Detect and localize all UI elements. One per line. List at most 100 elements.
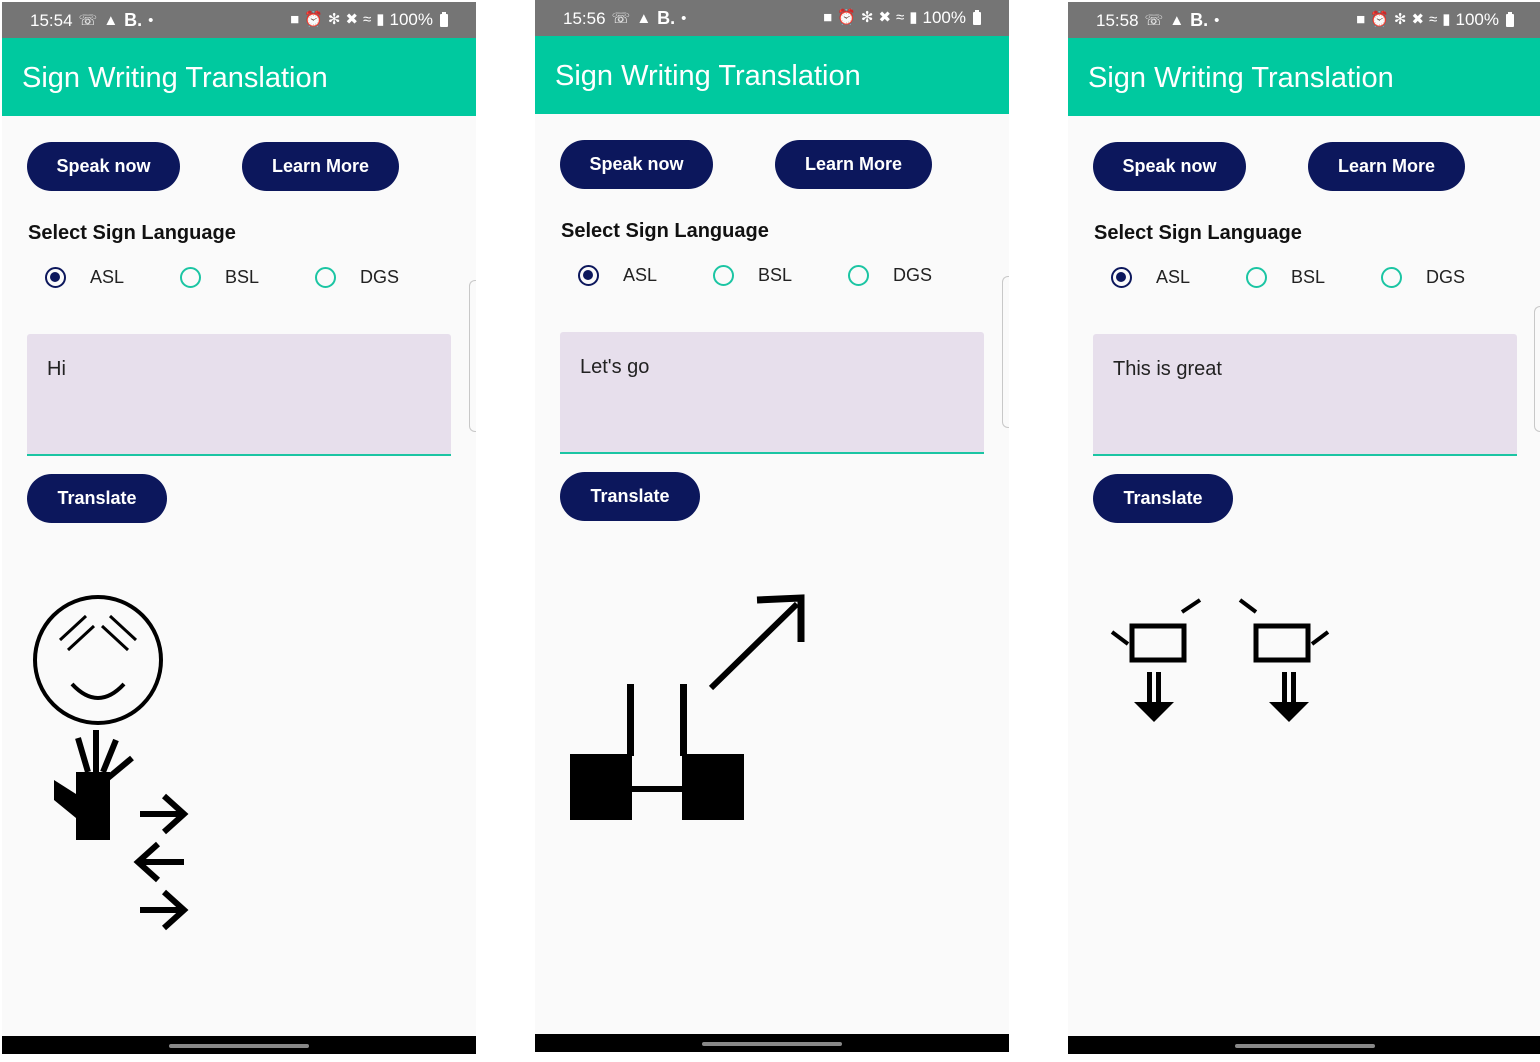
app-bar: Sign Writing Translation (535, 36, 1009, 114)
radio-dgs[interactable]: DGS (848, 265, 932, 286)
home-handle[interactable] (702, 1042, 842, 1046)
app-title: Sign Writing Translation (555, 60, 861, 92)
radio-unselected-icon (1246, 267, 1267, 288)
radio-dgs[interactable]: DGS (1381, 267, 1465, 288)
radio-label-bsl: BSL (758, 265, 793, 285)
radio-label-bsl: BSL (225, 267, 260, 287)
signal-icon: ▮ (1442, 11, 1451, 28)
wifi-icon: ≈ (896, 9, 905, 26)
navigation-bar (2, 1036, 476, 1054)
translate-button[interactable]: Translate (27, 474, 167, 523)
translate-button[interactable]: Translate (1093, 474, 1233, 523)
lock-icon: ■ (823, 9, 833, 26)
radio-asl[interactable]: ASL (578, 265, 657, 286)
radio-selected-icon (578, 265, 599, 286)
radio-unselected-icon (315, 267, 336, 288)
radio-selected-icon (45, 267, 66, 288)
home-handle[interactable] (169, 1044, 309, 1048)
notification-bell-icon: ▲ (103, 11, 119, 29)
status-bar: 15:54 ☏ ▲ B. • ■ ⏰ ✻ ✖ ≈ ▮ 100% (2, 2, 476, 38)
radio-bsl[interactable]: BSL (713, 265, 792, 286)
whatsapp-icon: ☏ (78, 11, 98, 29)
input-text: Hi (47, 358, 66, 380)
signwriting-lets-go-icon (570, 594, 805, 820)
mute-icon: ✖ (1411, 11, 1425, 28)
signal-icon: ▮ (376, 11, 385, 28)
lock-icon: ■ (290, 11, 300, 28)
battery-icon (973, 9, 981, 25)
phone-screen-3: 15:58 ☏ ▲ B. • ■ ⏰ ✻ ✖ ≈ ▮ 100% Sign Wri… (1068, 2, 1540, 1054)
status-time: 15:58 (1096, 10, 1139, 30)
learn-more-button[interactable]: Learn More (775, 140, 932, 189)
learn-more-button[interactable]: Learn More (242, 142, 399, 191)
bluetooth-icon: ✻ (860, 9, 874, 26)
app-bar: Sign Writing Translation (2, 38, 476, 116)
mute-icon: ✖ (345, 11, 359, 28)
battery-icon (440, 11, 448, 27)
language-radio-group: ASL BSL DGS (575, 265, 975, 295)
notification-bell-icon: ▲ (636, 9, 652, 27)
whatsapp-icon: ☏ (611, 9, 631, 27)
radio-dgs[interactable]: DGS (315, 267, 399, 288)
select-language-label: Select Sign Language (28, 222, 236, 244)
signal-icon: ▮ (909, 9, 918, 26)
phone-screen-1: 15:54 ☏ ▲ B. • ■ ⏰ ✻ ✖ ≈ ▮ 100% Sign Wri… (2, 2, 476, 1054)
radio-selected-icon (1111, 267, 1132, 288)
status-time: 15:54 (30, 10, 73, 30)
wifi-icon: ≈ (363, 11, 372, 28)
language-radio-group: ASL BSL DGS (1108, 267, 1508, 297)
mute-icon: ✖ (878, 9, 892, 26)
bluetooth-icon: ✻ (327, 11, 341, 28)
navigation-bar (1068, 1036, 1540, 1054)
radio-label-asl: ASL (90, 267, 125, 287)
radio-label-dgs: DGS (893, 265, 933, 285)
speak-now-button[interactable]: Speak now (1093, 142, 1246, 191)
radio-label-dgs: DGS (360, 267, 400, 287)
radio-unselected-icon (848, 265, 869, 286)
select-language-label: Select Sign Language (561, 220, 769, 242)
bluetooth-icon: ✻ (1393, 11, 1407, 28)
radio-bsl[interactable]: BSL (180, 267, 259, 288)
radio-asl[interactable]: ASL (45, 267, 124, 288)
text-input-field[interactable]: Let's go (560, 332, 984, 454)
radio-asl[interactable]: ASL (1111, 267, 1190, 288)
speak-now-button[interactable]: Speak now (560, 140, 713, 189)
edge-panel-handle[interactable] (1002, 276, 1009, 428)
alarm-icon: ⏰ (1370, 11, 1389, 28)
signwriting-this-is-great-icon (1110, 598, 1330, 722)
battery-percent: 100% (389, 10, 433, 29)
radio-unselected-icon (180, 267, 201, 288)
dot-icon: • (1214, 11, 1220, 29)
translate-button[interactable]: Translate (560, 472, 700, 521)
text-input-field[interactable]: This is great (1093, 334, 1517, 456)
signwriting-hi-icon (33, 595, 189, 931)
input-text: This is great (1113, 358, 1222, 380)
status-bar: 15:58 ☏ ▲ B. • ■ ⏰ ✻ ✖ ≈ ▮ 100% (1068, 2, 1540, 38)
dot-icon: • (148, 11, 154, 29)
learn-more-button[interactable]: Learn More (1308, 142, 1465, 191)
edge-panel-handle[interactable] (1534, 306, 1540, 432)
lock-icon: ■ (1356, 11, 1366, 28)
carrier-letter: B. (657, 8, 676, 28)
carrier-letter: B. (1190, 10, 1209, 30)
phone-screen-2: 15:56 ☏ ▲ B. • ■ ⏰ ✻ ✖ ≈ ▮ 100% Sign Wri… (535, 0, 1009, 1052)
text-input-field[interactable]: Hi (27, 334, 451, 456)
radio-bsl[interactable]: BSL (1246, 267, 1325, 288)
speak-now-button[interactable]: Speak now (27, 142, 180, 191)
battery-percent: 100% (1455, 10, 1499, 29)
radio-unselected-icon (713, 265, 734, 286)
wifi-icon: ≈ (1429, 11, 1438, 28)
select-language-label: Select Sign Language (1094, 222, 1302, 244)
radio-unselected-icon (1381, 267, 1402, 288)
whatsapp-icon: ☏ (1144, 11, 1164, 29)
status-bar: 15:56 ☏ ▲ B. • ■ ⏰ ✻ ✖ ≈ ▮ 100% (535, 0, 1009, 36)
home-handle[interactable] (1235, 1044, 1375, 1048)
status-time: 15:56 (563, 8, 606, 28)
app-bar: Sign Writing Translation (1068, 38, 1540, 116)
input-text: Let's go (580, 356, 650, 378)
carrier-letter: B. (124, 10, 143, 30)
navigation-bar (535, 1034, 1009, 1052)
radio-label-dgs: DGS (1426, 267, 1466, 287)
edge-panel-handle[interactable] (469, 280, 476, 432)
battery-percent: 100% (922, 8, 966, 27)
